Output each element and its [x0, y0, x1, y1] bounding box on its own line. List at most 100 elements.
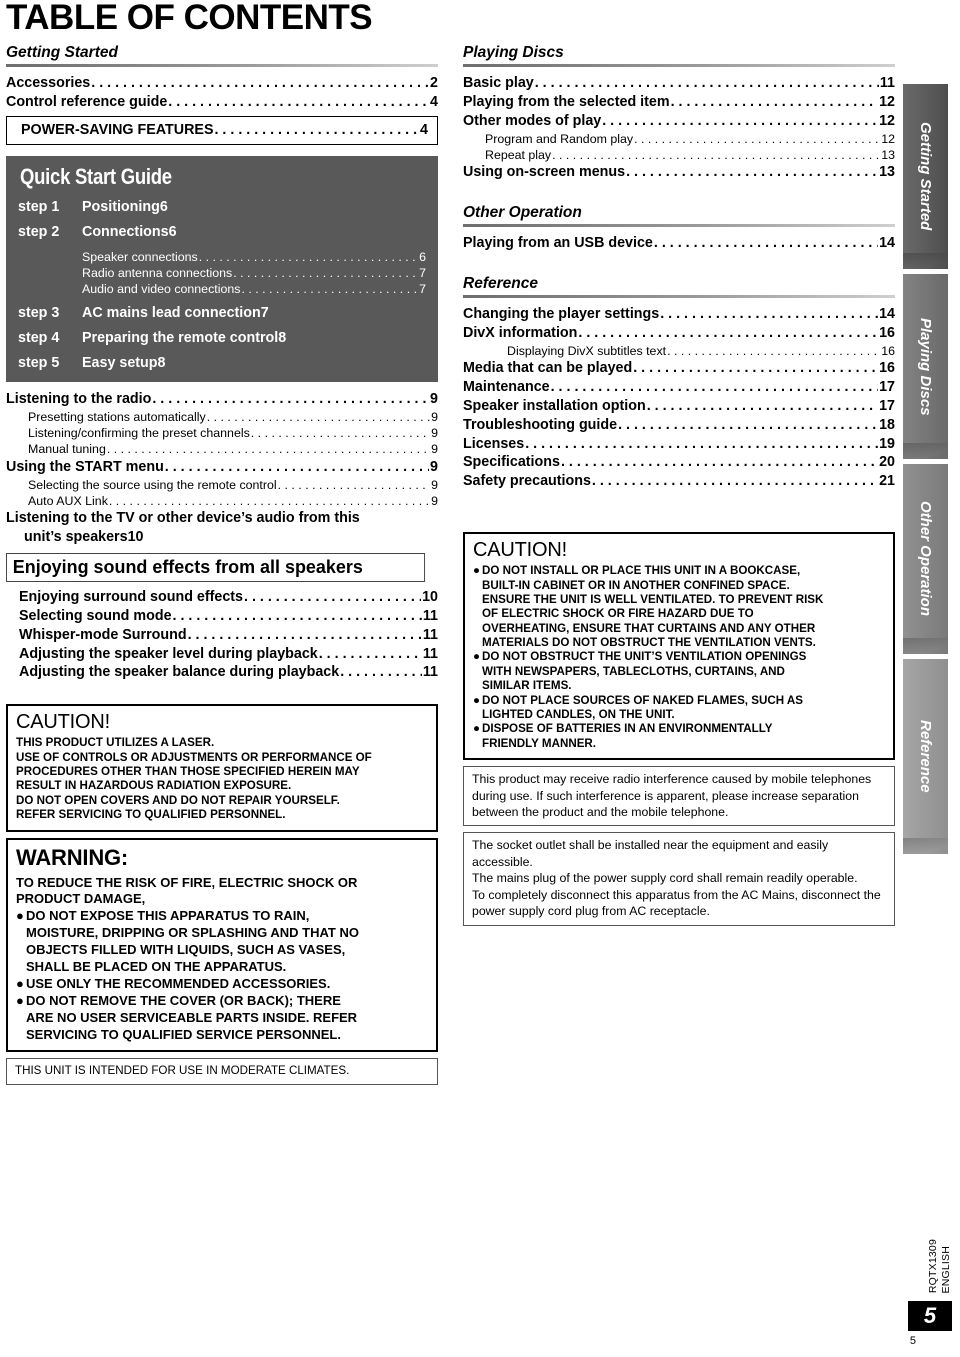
toc-page: 7	[260, 304, 269, 321]
toc-entry[interactable]: Program and Random play 12	[463, 131, 895, 147]
leader-dots	[340, 663, 422, 682]
toc-entry[interactable]: Adjusting the speaker balance during pla…	[19, 663, 438, 682]
toc-entry[interactable]: Troubleshooting guide 18	[463, 416, 895, 435]
footer-language: ENGLISH	[940, 1245, 952, 1294]
toc-page: 12	[881, 131, 895, 146]
step-number: step 3	[18, 304, 60, 321]
leader-dots	[633, 359, 878, 378]
toc-entry[interactable]: Whisper-mode Surround 11	[19, 626, 438, 645]
toc-entry[interactable]: Selecting the source using the remote co…	[6, 477, 438, 493]
toc-entry[interactable]: Audio and video connections 7	[18, 281, 426, 297]
caution-line: USE OF CONTROLS OR ADJUSTMENTS OR PERFOR…	[16, 750, 372, 764]
toc-entry[interactable]: Listening to the radio 9	[6, 390, 438, 409]
caution-box-left: CAUTION! THIS PRODUCT UTILIZES A LASER. …	[6, 704, 438, 832]
toc-label: Other modes of play	[463, 112, 602, 129]
side-tab-label: Reference	[917, 720, 934, 793]
toc-entry[interactable]: Playing from an USB device 14	[463, 234, 895, 253]
toc-entry[interactable]: Speaker installation option 17	[463, 397, 895, 416]
toc-entry[interactable]: Displaying DivX subtitles text 16	[463, 343, 895, 359]
toc-page: 11	[422, 607, 438, 624]
toc-entry[interactable]: Licenses 19	[463, 435, 895, 454]
leader-dots	[278, 477, 430, 493]
caution-bullet: ● DO NOT OBSTRUCT THE UNIT’S VENTILATION…	[473, 650, 885, 693]
section-heading-playing-discs: Playing Discs	[463, 44, 564, 61]
toc-label: Connections	[82, 223, 169, 240]
leader-dots	[168, 93, 429, 112]
toc-entry[interactable]: Specifications 20	[463, 453, 895, 472]
toc-entry[interactable]: Speaker connections 6	[18, 249, 426, 265]
toc-page: 6	[168, 223, 177, 240]
page-number-small: 5	[909, 1335, 916, 1347]
toc-entry-wrapped[interactable]: Listening to the TV or other device’s au…	[6, 509, 438, 547]
toc-entry[interactable]: Other modes of play 12	[463, 112, 895, 131]
toc-entry[interactable]: Auto AUX Link 9	[6, 493, 438, 509]
toc-entry[interactable]: Repeat play 13	[463, 147, 895, 163]
toc-entry[interactable]: Maintenance 17	[463, 378, 895, 397]
side-tab-playing-discs[interactable]: Playing Discs	[903, 274, 948, 459]
toc-label: Positioning	[82, 198, 160, 215]
toc-entry[interactable]: Basic play 11	[463, 74, 895, 93]
caution-line: DO NOT OPEN COVERS AND DO NOT REPAIR YOU…	[16, 793, 340, 807]
toc-label-line1: Listening to the TV or other device’s au…	[6, 510, 360, 527]
toc-entry-step[interactable]: step 2 Connections 6	[18, 224, 426, 240]
toc-label: Safety precautions	[463, 473, 591, 490]
right-column: Playing Discs Basic play 11 Playing from…	[463, 44, 895, 932]
leader-dots	[199, 249, 418, 265]
warning-box: WARNING: TO REDUCE THE RISK OF FIRE, ELE…	[6, 837, 438, 1053]
leader-dots	[214, 121, 419, 140]
section-rule	[463, 64, 895, 67]
toc-entry[interactable]: Changing the player settings 14	[463, 305, 895, 324]
toc-entry[interactable]: Using on-screen menus 13	[463, 163, 895, 182]
section-heading-other-operation: Other Operation	[463, 204, 582, 222]
toc-entry[interactable]: POWER-SAVING FEATURES 4	[21, 121, 428, 140]
toc-page: 4	[420, 121, 428, 138]
leader-dots	[535, 74, 879, 93]
warning-bullet: ● DO NOT REMOVE THE COVER (OR BACK); THE…	[16, 993, 428, 1044]
toc-page: 12	[879, 93, 895, 110]
toc-entry[interactable]: Playing from the selected item 12	[463, 93, 895, 112]
toc-entry[interactable]: Listening/confirming the preset channels…	[6, 425, 438, 441]
toc-page: 7	[419, 282, 426, 297]
toc-entry[interactable]: Enjoying surround sound effects 10	[19, 588, 438, 607]
side-tab-label: Getting Started	[917, 122, 934, 231]
toc-label: Media that can be played	[463, 360, 633, 377]
page-title: TABLE OF CONTENTS	[6, 0, 373, 37]
caution-title: CAUTION!	[16, 711, 110, 734]
toc-entry[interactable]: Safety precautions 21	[463, 472, 895, 491]
side-tab-reference[interactable]: Reference	[903, 659, 948, 854]
toc-entry[interactable]: Presetting stations automatically 9	[6, 409, 438, 425]
leader-dots	[561, 453, 878, 472]
leader-dots	[634, 131, 880, 147]
power-saving-features-box[interactable]: POWER-SAVING FEATURES 4	[6, 115, 438, 145]
caution-line: REFER SERVICING TO QUALIFIED PERSONNEL.	[16, 808, 286, 822]
side-tab-getting-started[interactable]: Getting Started	[903, 84, 948, 269]
toc-entry[interactable]: Using the START menu 9	[6, 458, 438, 477]
toc-entry[interactable]: DivX information 16	[463, 324, 895, 343]
toc-entry[interactable]: Manual tuning 9	[6, 441, 438, 457]
section-heading-getting-started: Getting Started	[6, 44, 118, 61]
toc-entry[interactable]: Accessories 2	[6, 74, 438, 93]
caution-bullet-text: DO NOT INSTALL OR PLACE THIS UNIT IN A B…	[482, 564, 824, 650]
toc-entry[interactable]: Adjusting the speaker level during playb…	[19, 645, 438, 664]
toc-label: Playing from the selected item	[463, 93, 670, 110]
leader-dots	[165, 458, 429, 477]
toc-label: Whisper-mode Surround	[19, 626, 187, 643]
toc-entry-step[interactable]: step 1 Positioning 6	[18, 199, 426, 215]
toc-entry[interactable]: Media that can be played 16	[463, 359, 895, 378]
side-tab-other-operation[interactable]: Other Operation	[903, 464, 948, 654]
toc-entry[interactable]: Radio antenna connections 7	[18, 265, 426, 281]
toc-page: 8	[157, 354, 166, 371]
toc-label: Repeat play	[485, 147, 552, 162]
leader-dots	[551, 378, 878, 397]
toc-entry-step[interactable]: step 3 AC mains lead connection 7	[18, 305, 426, 321]
toc-other-operation: Playing from an USB device 14	[463, 234, 895, 253]
page-number-badge: 5	[908, 1301, 952, 1331]
caution-line: THIS PRODUCT UTILIZES A LASER.	[16, 736, 215, 750]
toc-entry[interactable]: Selecting sound mode 11	[19, 607, 438, 626]
toc-entry-step[interactable]: step 5 Easy setup 8	[18, 355, 426, 371]
toc-page: 4	[430, 93, 438, 110]
toc-entry-step[interactable]: step 4 Preparing the remote control 8	[18, 330, 426, 346]
toc-entry[interactable]: Control reference guide 4	[6, 93, 438, 112]
bullet-icon: ●	[16, 908, 24, 924]
toc-page: 9	[430, 390, 438, 407]
